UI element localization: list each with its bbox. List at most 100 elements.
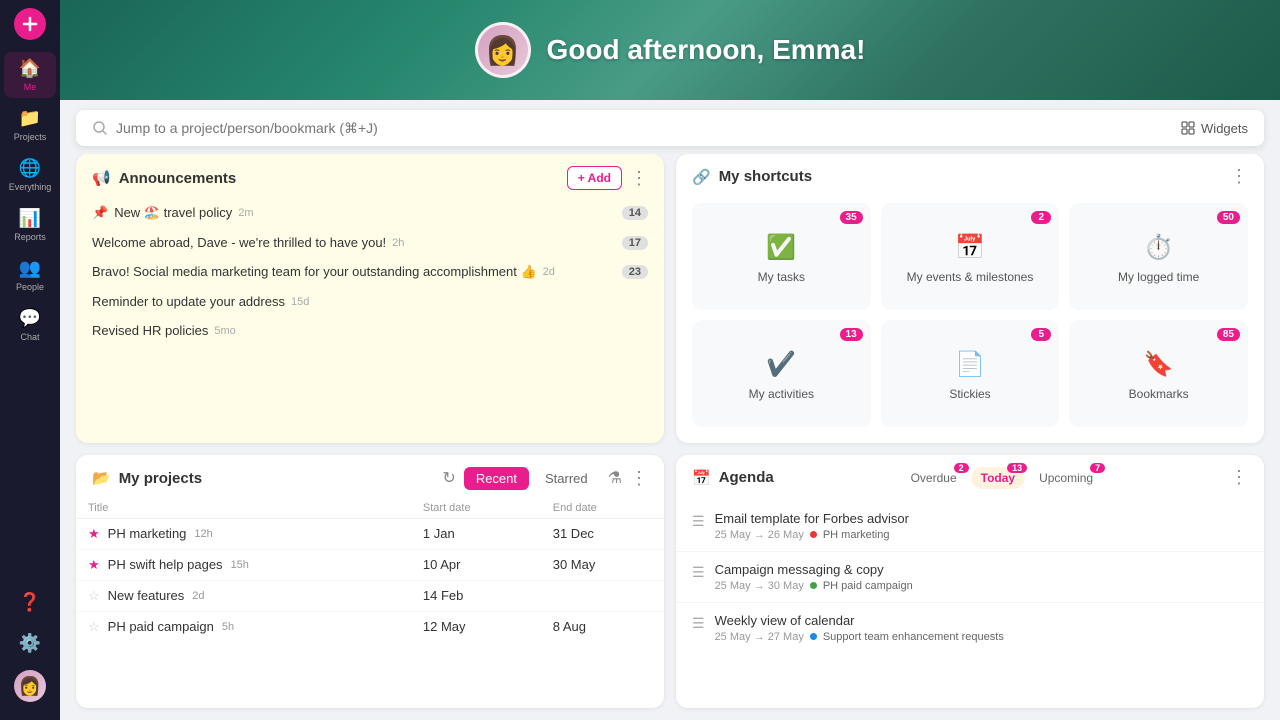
agenda-list: ☰ Email template for Forbes advisor 25 M… [676, 497, 1264, 709]
chat-icon: 💬 [19, 308, 41, 329]
agenda-item[interactable]: ☰ Email template for Forbes advisor 25 M… [676, 501, 1264, 552]
shortcuts-more-button[interactable]: ⋮ [1230, 166, 1248, 187]
projects-tab-recent[interactable]: Recent [464, 467, 529, 490]
shortcut-label: My tasks [758, 270, 805, 284]
projects-tab-starred[interactable]: Starred [533, 467, 600, 490]
project-start-date: 10 Apr [411, 549, 541, 580]
shortcuts-title: 🔗 My shortcuts [692, 168, 812, 186]
agenda-task-icon: ☰ [692, 615, 705, 632]
announcements-more-button[interactable]: ⋮ [630, 168, 648, 189]
shortcut-icon: 🔖 [1144, 350, 1174, 379]
announcement-count: 23 [622, 265, 648, 279]
sidebar-item-me[interactable]: 🏠 Me [4, 52, 56, 98]
shortcut-label: My events & milestones [907, 270, 1034, 284]
agenda-more-button[interactable]: ⋮ [1230, 467, 1248, 488]
table-row[interactable]: ★ PH swift help pages 15h 10 Apr 30 May [76, 549, 664, 580]
search-bar: Widgets [76, 110, 1264, 146]
shortcut-label: My activities [749, 387, 814, 401]
shortcut-events[interactable]: 2 📅 My events & milestones [881, 203, 1060, 310]
sidebar-item-chat[interactable]: 💬 Chat [4, 302, 56, 348]
shortcuts-widget: 🔗 My shortcuts ⋮ 35 ✅ My tasks 2 📅 My ev… [676, 154, 1264, 443]
project-start-date: 12 May [411, 611, 541, 642]
agenda-item[interactable]: ☰ Weekly view of calendar 25 May → 27 Ma… [676, 603, 1264, 653]
announcements-add-button[interactable]: + Add [567, 166, 622, 190]
project-name: PH swift help pages [108, 557, 223, 572]
star-icon[interactable]: ☆ [88, 588, 100, 604]
agenda-item-title: Weekly view of calendar [715, 613, 1248, 628]
announcement-item[interactable]: Reminder to update your address 15d [84, 287, 656, 316]
agenda-tab-badge: 13 [1007, 463, 1027, 473]
project-time: 2d [192, 590, 204, 602]
agenda-header: 📅 Agenda Overdue2Today13Upcoming7 ⋮ [676, 455, 1264, 497]
filter-button[interactable]: ⚗ [608, 468, 622, 488]
project-name: PH paid campaign [108, 619, 214, 634]
hero-greeting: Good afternoon, Emma! [547, 34, 866, 66]
projects-header: 📂 My projects ↻ RecentStarred ⚗ ⋮ [76, 455, 664, 498]
sidebar-item-settings[interactable]: ⚙️ [4, 627, 56, 660]
table-row[interactable]: ☆ PH paid campaign 5h 12 May 8 Aug [76, 611, 664, 642]
sidebar-item-help[interactable]: ❓ [4, 586, 56, 619]
projects-column-header: Start date [411, 498, 541, 519]
sidebar-item-projects[interactable]: 📁 Projects [4, 102, 56, 148]
shortcuts-grid: 35 ✅ My tasks 2 📅 My events & milestones… [676, 195, 1264, 443]
hero-avatar: 👩 [475, 22, 531, 78]
agenda-tab-badge: 2 [954, 463, 969, 473]
project-end-date [541, 580, 664, 611]
star-icon[interactable]: ★ [88, 526, 100, 542]
agenda-project: PH paid campaign [823, 580, 913, 592]
agenda-widget: 📅 Agenda Overdue2Today13Upcoming7 ⋮ ☰ Em… [676, 455, 1264, 709]
project-name: New features [108, 588, 185, 603]
agenda-item[interactable]: ☰ Campaign messaging & copy 25 May → 30 … [676, 552, 1264, 603]
star-icon[interactable]: ☆ [88, 619, 100, 635]
projects-more-button[interactable]: ⋮ [630, 468, 648, 489]
agenda-tab-today[interactable]: Today13 [971, 467, 1025, 489]
announcement-count: 14 [622, 206, 648, 220]
sidebar-item-reports[interactable]: 📊 Reports [4, 202, 56, 248]
agenda-dates: 25 May → 27 May [715, 631, 804, 643]
agenda-dates: 25 May → 30 May [715, 580, 804, 592]
announcement-item[interactable]: Welcome abroad, Dave - we're thrilled to… [84, 228, 656, 257]
announcement-item[interactable]: 📌 New 🏖️ travel policy 2m 14 [84, 198, 656, 228]
widgets-button[interactable]: Widgets [1181, 121, 1248, 136]
sidebar-avatar[interactable]: 👩 [4, 668, 56, 704]
search-container: Widgets [60, 100, 1280, 154]
shortcut-label: Stickies [949, 387, 990, 401]
search-input[interactable] [116, 120, 1173, 136]
announcement-item[interactable]: Revised HR policies 5mo [84, 316, 656, 345]
calendar-icon: 📅 [692, 469, 711, 487]
agenda-item-meta: 25 May → 27 May Support team enhancement… [715, 631, 1248, 643]
table-row[interactable]: ★ PH marketing 12h 1 Jan 31 Dec [76, 518, 664, 549]
table-row[interactable]: ☆ New features 2d 14 Feb [76, 580, 664, 611]
agenda-dates: 25 May → 26 May [715, 529, 804, 541]
sidebar-item-everything[interactable]: 🌐 Everything [4, 152, 56, 198]
star-icon[interactable]: ★ [88, 557, 100, 573]
shortcut-badge: 50 [1217, 211, 1240, 224]
announcement-text: New 🏖️ travel policy [114, 205, 232, 221]
announcements-header: 📢 Announcements + Add ⋮ [76, 154, 664, 198]
announcement-item[interactable]: Bravo! Social media marketing team for y… [84, 257, 656, 287]
announcement-text: Welcome abroad, Dave - we're thrilled to… [92, 235, 386, 250]
shortcut-badge: 2 [1031, 211, 1051, 224]
project-start-date: 14 Feb [411, 580, 541, 611]
sidebar-item-people[interactable]: 👥 People [4, 252, 56, 298]
sidebar: 🏠 Me 📁 Projects 🌐 Everything 📊 Reports 👥… [0, 0, 60, 720]
dashboard: 📢 Announcements + Add ⋮ 📌 New 🏖️ travel … [60, 154, 1280, 720]
add-button[interactable] [14, 8, 46, 40]
agenda-tab-overdue[interactable]: Overdue2 [901, 467, 967, 489]
shortcut-stickies[interactable]: 5 📄 Stickies [881, 320, 1060, 427]
shortcut-activities[interactable]: 13 ✔️ My activities [692, 320, 871, 427]
project-start-date: 1 Jan [411, 518, 541, 549]
announcement-age: 2d [543, 266, 555, 278]
shortcuts-icon: 🔗 [692, 168, 711, 186]
refresh-button[interactable]: ↻ [442, 468, 455, 488]
shortcut-bookmarks[interactable]: 85 🔖 Bookmarks [1069, 320, 1248, 427]
shortcut-logged_time[interactable]: 50 ⏱️ My logged time [1069, 203, 1248, 310]
shortcut-badge: 85 [1217, 328, 1240, 341]
agenda-dot [810, 633, 817, 640]
announcement-age: 15d [291, 296, 309, 308]
agenda-item-meta: 25 May → 30 May PH paid campaign [715, 580, 1248, 592]
agenda-tab-upcoming[interactable]: Upcoming7 [1029, 467, 1103, 489]
project-name: PH marketing [108, 526, 187, 541]
agenda-item-meta: 25 May → 26 May PH marketing [715, 529, 1248, 541]
shortcut-tasks[interactable]: 35 ✅ My tasks [692, 203, 871, 310]
